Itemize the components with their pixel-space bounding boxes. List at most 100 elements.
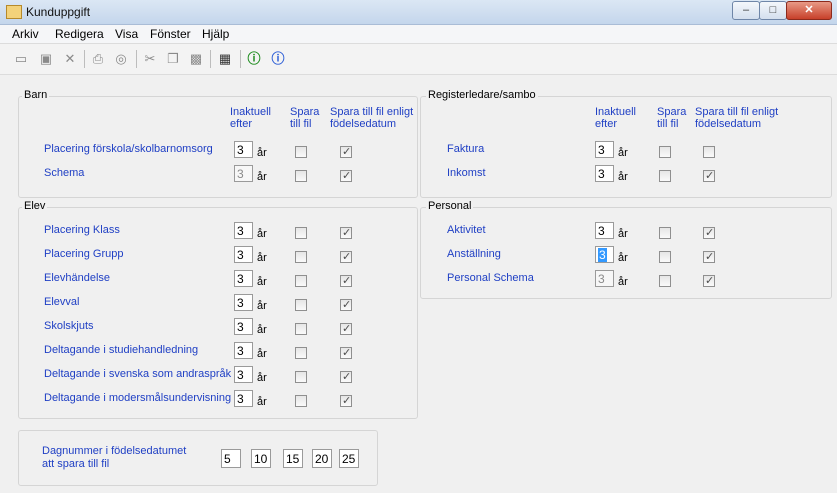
unit-label: år [257,300,267,312]
spara-checkbox[interactable] [295,347,307,359]
spara-checkbox[interactable] [295,251,307,263]
inaktuell-input[interactable]: 3 [595,165,614,182]
spara-fodelsedatum-checkbox[interactable] [340,298,352,311]
inaktuell-input[interactable]: 3 [234,366,253,383]
dagnummer-input[interactable]: 20 [312,449,332,468]
menu-fonster[interactable]: Fönster [150,27,191,41]
dagnummer-label: Dagnummer i födelsedatumet att spara till… [42,445,187,470]
inaktuell-input[interactable]: 3 [234,270,253,287]
save-icon[interactable]: ▣ [38,51,54,67]
title-bar: Kunduppgift – □ ✕ [0,0,837,25]
unit-label: år [618,171,628,183]
spara-fodelsedatum-checkbox[interactable] [340,370,352,383]
unit-label: år [257,324,267,336]
cut-icon[interactable]: ✂ [142,51,158,67]
spara-checkbox[interactable] [295,227,307,239]
app-icon [6,5,22,19]
new-icon[interactable]: ▭ [13,51,29,67]
spara-checkbox[interactable] [659,251,671,263]
dagnummer-input[interactable]: 25 [339,449,359,468]
properties-icon[interactable]: ▦ [217,51,233,67]
spara-checkbox[interactable] [295,323,307,335]
dagnummer-input[interactable]: 5 [221,449,241,468]
spara-fodelsedatum-checkbox[interactable] [703,146,715,158]
menu-redigera[interactable]: Redigera [55,27,104,41]
minimize-button[interactable]: – [732,1,760,20]
header-spara: Spara till fil [290,106,320,130]
dagnummer-input[interactable]: 10 [251,449,271,468]
spara-fodelsedatum-checkbox[interactable] [340,169,352,182]
group-elev [18,207,418,419]
spara-checkbox[interactable] [295,299,307,311]
help-icon[interactable]: ⓘ [270,51,286,67]
info-icon[interactable]: ⓘ [246,51,262,67]
spara-checkbox[interactable] [295,170,307,182]
inaktuell-input[interactable]: 3 [595,222,614,239]
spara-checkbox[interactable] [295,371,307,383]
header-inaktuell-right: Inaktuell efter [595,106,636,130]
window-title: Kunduppgift [26,5,91,19]
row-label: Placering förskola/skolbarnomsorg [44,143,213,155]
inaktuell-input[interactable]: 3 [234,141,253,158]
unit-label: år [257,171,267,183]
close-button[interactable]: ✕ [786,1,832,20]
spara-checkbox[interactable] [659,146,671,158]
unit-label: år [257,252,267,264]
spara-checkbox[interactable] [659,227,671,239]
delete-icon[interactable]: ✕ [62,51,78,67]
unit-label: år [257,348,267,360]
spara-fodelsedatum-checkbox[interactable] [703,226,715,239]
spara-checkbox[interactable] [295,395,307,407]
header-spara-right: Spara till fil [657,106,687,130]
row-label: Placering Klass [44,224,120,236]
row-label: Placering Grupp [44,248,124,260]
spara-fodelsedatum-checkbox[interactable] [340,226,352,239]
unit-label: år [257,372,267,384]
group-registerledare-title: Registerledare/sambo [426,89,538,101]
inaktuell-input[interactable]: 3 [234,342,253,359]
spara-fodelsedatum-checkbox[interactable] [703,250,715,263]
group-elev-title: Elev [22,200,48,212]
inaktuell-input[interactable]: 3 [234,165,253,182]
toolbar-separator [84,50,85,68]
header-spara-fodelsedatum: Spara till fil enligt födelsedatum [330,106,414,130]
find-icon[interactable]: ◎ [113,51,129,67]
toolbar-separator [240,50,241,68]
menu-visa[interactable]: Visa [115,27,138,41]
spara-fodelsedatum-checkbox[interactable] [340,394,352,407]
inaktuell-input[interactable]: 3 [595,141,614,158]
spara-fodelsedatum-checkbox[interactable] [340,145,352,158]
spara-checkbox[interactable] [295,146,307,158]
inaktuell-input[interactable]: 3 [234,294,253,311]
dagnummer-input[interactable]: 15 [283,449,303,468]
maximize-button[interactable]: □ [759,1,787,20]
inaktuell-input[interactable]: 3 [234,222,253,239]
spara-fodelsedatum-checkbox[interactable] [703,169,715,182]
group-barn-title: Barn [22,89,50,101]
spara-fodelsedatum-checkbox[interactable] [340,274,352,287]
menu-arkiv[interactable]: Arkiv [12,27,39,41]
unit-label: år [257,396,267,408]
unit-label: år [257,276,267,288]
spara-fodelsedatum-checkbox[interactable] [340,322,352,335]
paste-icon[interactable]: ▩ [188,51,204,67]
inaktuell-input[interactable]: 3 [234,246,253,263]
spara-fodelsedatum-checkbox[interactable] [340,250,352,263]
header-inaktuell: Inaktuell efter [230,106,271,130]
row-label: Faktura [447,143,485,155]
inaktuell-input[interactable]: 3 [595,246,614,263]
spara-fodelsedatum-checkbox[interactable] [340,346,352,359]
row-label: Deltagande i studiehandledning [44,344,199,356]
inaktuell-input[interactable]: 3 [595,270,614,287]
inaktuell-input[interactable]: 3 [234,390,253,407]
unit-label: år [618,252,628,264]
row-label: Elevhändelse [44,272,111,284]
print-icon[interactable]: ⎙ [90,51,106,67]
spara-checkbox[interactable] [659,170,671,182]
copy-icon[interactable]: ❐ [165,51,181,67]
spara-fodelsedatum-checkbox[interactable] [703,274,715,287]
inaktuell-input[interactable]: 3 [234,318,253,335]
spara-checkbox[interactable] [659,275,671,287]
spara-checkbox[interactable] [295,275,307,287]
menu-hjalp[interactable]: Hjälp [202,27,229,41]
